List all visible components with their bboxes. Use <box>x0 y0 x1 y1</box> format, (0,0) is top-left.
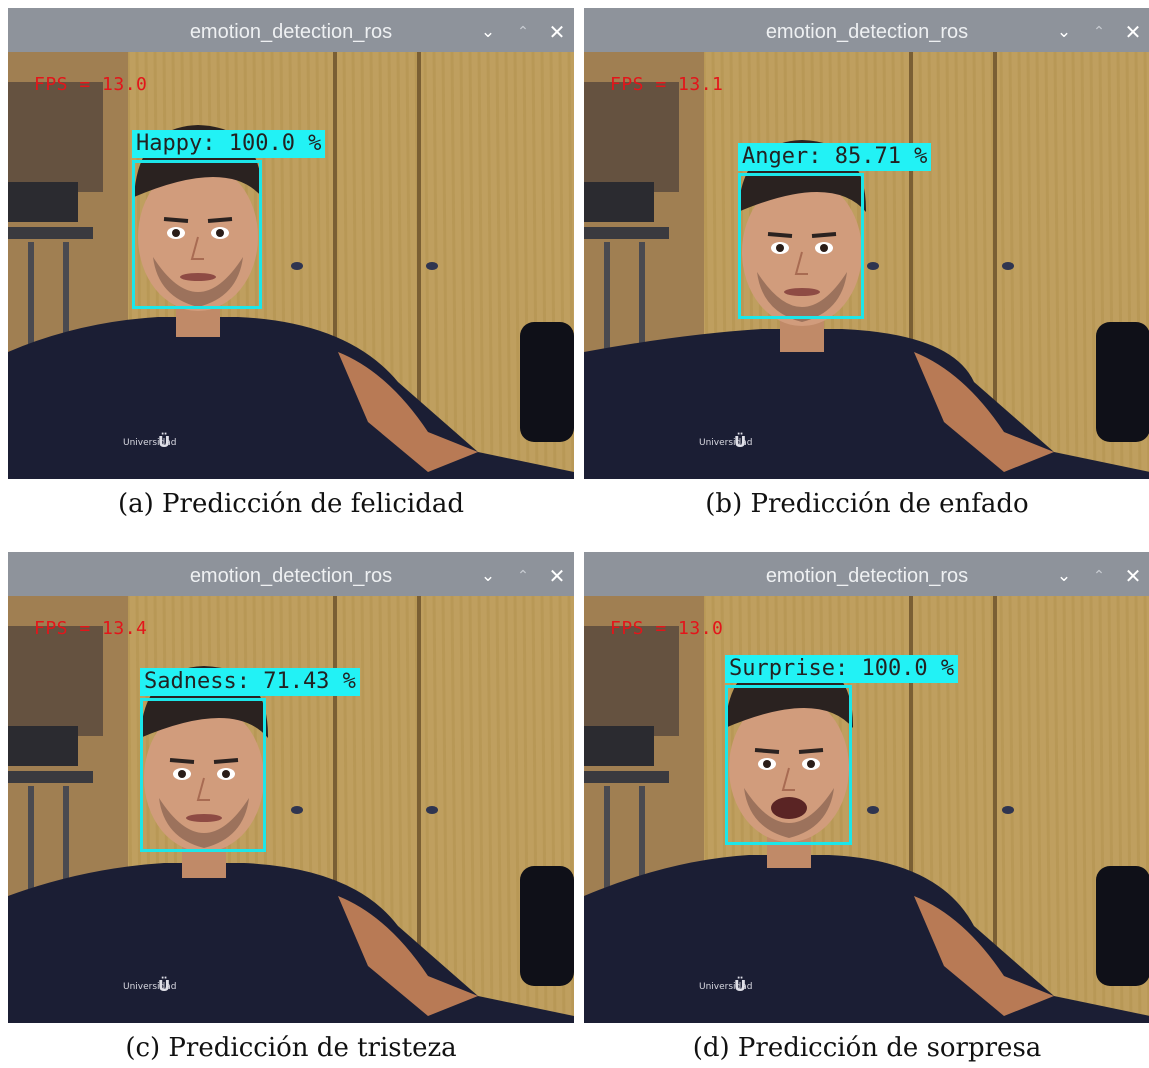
emotion-label: Surprise: 100.0 % <box>725 655 959 683</box>
app-window: emotion_detection_ros ⌄ ⌃ ✕ Universidad … <box>584 8 1149 479</box>
face-bounding-box <box>725 685 852 845</box>
face-bounding-box <box>132 160 262 309</box>
camera-view: Universidad Ü FPS = 13.0 Happy: 100.0 % <box>8 52 574 479</box>
face-bounding-box <box>140 698 266 852</box>
app-window: emotion_detection_ros ⌄ ⌃ ✕ Universidad … <box>8 8 574 479</box>
close-icon[interactable]: ✕ <box>545 8 569 52</box>
chevron-up-icon[interactable]: ⌃ <box>1087 552 1111 596</box>
emotion-label: Sadness: 71.43 % <box>140 668 360 696</box>
caption-surprise: (d) Predicción de sorpresa <box>692 1033 1042 1063</box>
fps-readout: FPS = 13.4 <box>34 618 148 639</box>
caption-anger: (b) Predicción de enfado <box>705 489 1029 519</box>
close-icon[interactable]: ✕ <box>545 552 569 596</box>
svg-text:Ü: Ü <box>734 976 746 995</box>
camera-view: Universidad Ü FPS = 13.1 Anger: 85.71 % <box>584 52 1149 479</box>
chevron-down-icon[interactable]: ⌄ <box>1052 552 1076 596</box>
caption-sadness: (c) Predicción de tristeza <box>125 1033 457 1063</box>
title-bar[interactable]: emotion_detection_ros ⌄ ⌃ ✕ <box>8 552 574 596</box>
face-bounding-box <box>738 173 864 319</box>
app-window: emotion_detection_ros ⌄ ⌃ ✕ Universidad … <box>8 552 574 1023</box>
chevron-down-icon[interactable]: ⌄ <box>476 552 500 596</box>
svg-text:Ü: Ü <box>158 432 170 451</box>
emotion-label: Happy: 100.0 % <box>132 130 326 158</box>
title-bar[interactable]: emotion_detection_ros ⌄ ⌃ ✕ <box>584 552 1149 596</box>
title-bar[interactable]: emotion_detection_ros ⌄ ⌃ ✕ <box>8 8 574 52</box>
svg-text:Ü: Ü <box>734 432 746 451</box>
chevron-up-icon[interactable]: ⌃ <box>511 552 535 596</box>
chevron-down-icon[interactable]: ⌄ <box>1052 8 1076 52</box>
svg-text:Ü: Ü <box>158 976 170 995</box>
fps-readout: FPS = 13.0 <box>34 74 148 95</box>
fps-readout: FPS = 13.0 <box>610 618 724 639</box>
panel-sadness: emotion_detection_ros ⌄ ⌃ ✕ Universidad … <box>8 552 574 1068</box>
fps-readout: FPS = 13.1 <box>610 74 724 95</box>
camera-view: Universidad Ü FPS = 13.0 Surprise: 100.0… <box>584 596 1149 1023</box>
title-bar[interactable]: emotion_detection_ros ⌄ ⌃ ✕ <box>584 8 1149 52</box>
panel-anger: emotion_detection_ros ⌄ ⌃ ✕ Universidad … <box>584 8 1149 524</box>
app-window: emotion_detection_ros ⌄ ⌃ ✕ Universidad … <box>584 552 1149 1023</box>
chevron-up-icon[interactable]: ⌃ <box>1087 8 1111 52</box>
caption-happiness: (a) Predicción de felicidad <box>117 489 465 519</box>
chevron-up-icon[interactable]: ⌃ <box>511 8 535 52</box>
panel-happiness: emotion_detection_ros ⌄ ⌃ ✕ Universidad … <box>8 8 574 524</box>
close-icon[interactable]: ✕ <box>1121 8 1145 52</box>
chevron-down-icon[interactable]: ⌄ <box>476 8 500 52</box>
close-icon[interactable]: ✕ <box>1121 552 1145 596</box>
panel-surprise: emotion_detection_ros ⌄ ⌃ ✕ Universidad … <box>584 552 1149 1068</box>
camera-view: Universidad Ü FPS = 13.4 Sadness: 71.43 … <box>8 596 574 1023</box>
emotion-label: Anger: 85.71 % <box>738 143 932 171</box>
